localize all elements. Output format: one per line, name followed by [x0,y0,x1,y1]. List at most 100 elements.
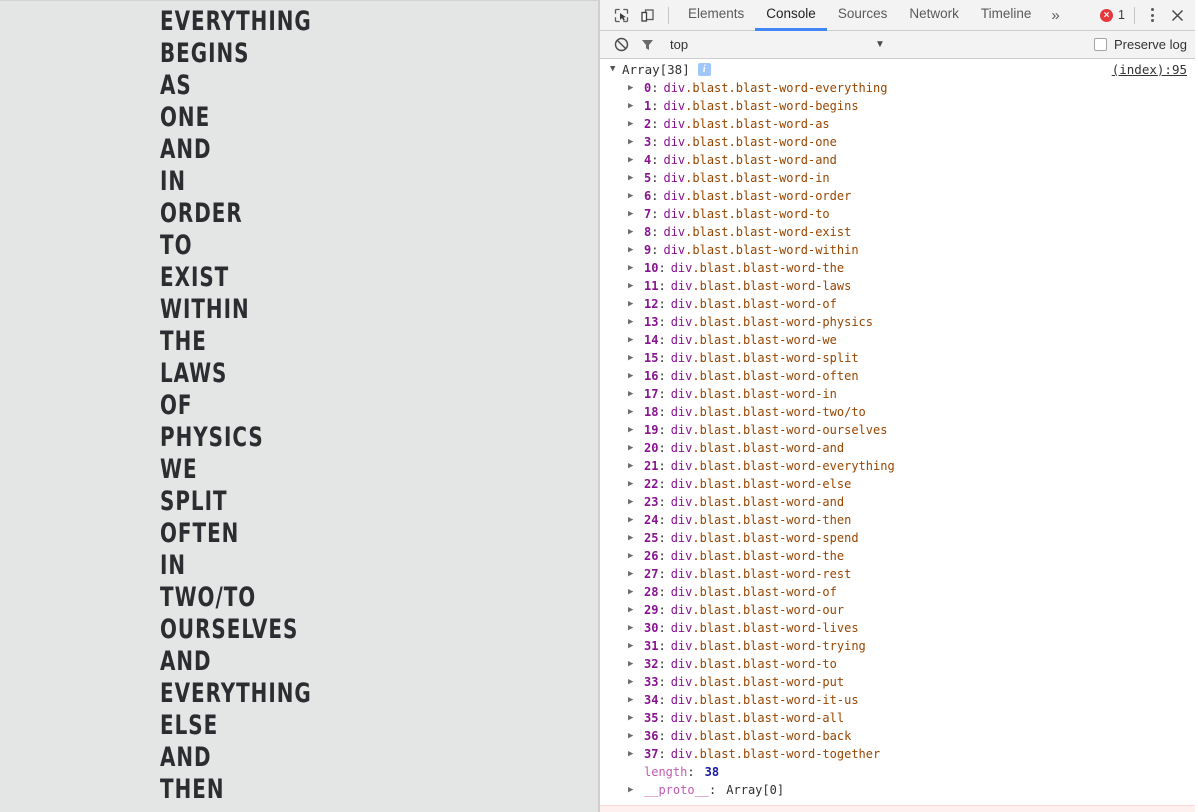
expand-entry-icon[interactable]: ▶ [628,569,640,579]
tab-console[interactable]: Console [755,0,827,31]
expand-entry-icon[interactable]: ▶ [628,227,640,237]
expand-entry-icon[interactable]: ▶ [628,497,640,507]
device-toolbar-icon[interactable] [634,2,660,28]
expand-entry-icon[interactable]: ▶ [628,389,640,399]
expand-entry-icon[interactable]: ▶ [628,479,640,489]
clear-console-icon[interactable] [608,32,634,58]
expand-entry-icon[interactable]: ▶ [628,353,640,363]
console-entry-row[interactable]: ▶ 12: div .blast.blast-word-of [600,295,1195,313]
console-context-selector[interactable]: top ▼ [670,37,1094,52]
more-tabs-button[interactable]: » [1042,0,1068,31]
expand-entry-icon[interactable]: ▶ [628,425,640,435]
console-entry-row[interactable]: ▶ 23: div .blast.blast-word-and [600,493,1195,511]
console-entry-row[interactable]: ▶ 14: div .blast.blast-word-we [600,331,1195,349]
console-entry-row[interactable]: ▶ 35: div .blast.blast-word-all [600,709,1195,727]
console-entry-row[interactable]: ▶ 36: div .blast.blast-word-back [600,727,1195,745]
expand-entry-icon[interactable]: ▶ [628,623,640,633]
expand-entry-icon[interactable]: ▶ [628,713,640,723]
console-entry-row[interactable]: ▶ 20: div .blast.blast-word-and [600,439,1195,457]
expand-entry-icon[interactable]: ▶ [628,605,640,615]
expand-proto-icon[interactable]: ▶ [628,785,640,795]
expand-entry-icon[interactable]: ▶ [628,731,640,741]
expand-entry-icon[interactable]: ▶ [628,137,640,147]
console-entry-row[interactable]: ▶ 18: div .blast.blast-word-two/to [600,403,1195,421]
filter-funnel-icon[interactable] [634,32,660,58]
tab-network[interactable]: Network [898,0,970,31]
expand-entry-icon[interactable]: ▶ [628,101,640,111]
expand-entry-icon[interactable]: ▶ [628,659,640,669]
expand-entry-icon[interactable]: ▶ [628,299,640,309]
expand-entry-icon[interactable]: ▶ [628,443,640,453]
console-entry-row[interactable]: ▶ 22: div .blast.blast-word-else [600,475,1195,493]
console-entry-row[interactable]: ▶ 16: div .blast.blast-word-often [600,367,1195,385]
console-entry-row[interactable]: ▶ 11: div .blast.blast-word-laws [600,277,1195,295]
console-entry-row[interactable]: ▶ 6: div .blast.blast-word-order [600,187,1195,205]
console-entry-row[interactable]: ▶ 7: div .blast.blast-word-to [600,205,1195,223]
console-entry-row[interactable]: ▶ 13: div .blast.blast-word-physics [600,313,1195,331]
console-entry-row[interactable]: ▶ 24: div .blast.blast-word-then [600,511,1195,529]
console-entry-row[interactable]: ▶ 25: div .blast.blast-word-spend [600,529,1195,547]
error-count-badge[interactable]: × 1 [1098,8,1132,22]
array-proto-row[interactable]: ▶ __proto__: Array[0] [600,781,1195,799]
expand-entry-icon[interactable]: ▶ [628,119,640,129]
expand-entry-icon[interactable]: ▶ [628,587,640,597]
expand-entry-icon[interactable]: ▶ [628,191,640,201]
expand-entry-icon[interactable]: ▶ [628,155,640,165]
expand-entry-icon[interactable]: ▶ [628,281,640,291]
expand-entry-icon[interactable]: ▶ [628,245,640,255]
console-entry-row[interactable]: ▶ 2: div .blast.blast-word-as [600,115,1195,133]
console-entry-row[interactable]: ▶ 28: div .blast.blast-word-of [600,583,1195,601]
console-entry-row[interactable]: ▶ 34: div .blast.blast-word-it-us [600,691,1195,709]
console-entry-row[interactable]: ▶ 17: div .blast.blast-word-in [600,385,1195,403]
preserve-log-toggle[interactable]: Preserve log [1094,37,1187,52]
expand-entry-icon[interactable]: ▶ [628,515,640,525]
console-entry-row[interactable]: ▶ 4: div .blast.blast-word-and [600,151,1195,169]
console-entry-row[interactable]: ▶ 9: div .blast.blast-word-within [600,241,1195,259]
console-entry-row[interactable]: ▶ 32: div .blast.blast-word-to [600,655,1195,673]
console-entry-row[interactable]: ▶ 15: div .blast.blast-word-split [600,349,1195,367]
expand-entry-icon[interactable]: ▶ [628,209,640,219]
close-icon[interactable] [1163,2,1191,28]
console-entry-row[interactable]: ▶ 21: div .blast.blast-word-everything [600,457,1195,475]
console-entry-row[interactable]: ▶ 8: div .blast.blast-word-exist [600,223,1195,241]
console-entry-row[interactable]: ▶ 37: div .blast.blast-word-together [600,745,1195,763]
expand-entry-icon[interactable]: ▶ [628,641,640,651]
expand-entry-icon[interactable]: ▶ [628,533,640,543]
console-entry-row[interactable]: ▶ 30: div .blast.blast-word-lives [600,619,1195,637]
console-entry-row[interactable]: ▶ 29: div .blast.blast-word-our [600,601,1195,619]
inspect-element-icon[interactable] [608,2,634,28]
console-entry-row[interactable]: ▶ 10: div .blast.blast-word-the [600,259,1195,277]
console-entry-row[interactable]: ▶ 31: div .blast.blast-word-trying [600,637,1195,655]
kebab-menu-icon[interactable] [1141,2,1163,28]
preserve-log-checkbox[interactable] [1094,38,1108,51]
entry-index: 21 [644,459,659,473]
console-entry-row[interactable]: ▶ 19: div .blast.blast-word-ourselves [600,421,1195,439]
expand-entry-icon[interactable]: ▶ [628,335,640,345]
console-entry-row[interactable]: ▶ 0: div .blast.blast-word-everything [600,79,1195,97]
expand-entry-icon[interactable]: ▶ [628,551,640,561]
expand-entry-icon[interactable]: ▶ [628,173,640,183]
console-entry-row[interactable]: ▶ 1: div .blast.blast-word-begins [600,97,1195,115]
expand-entry-icon[interactable]: ▶ [628,695,640,705]
page-word: BEGINS [160,38,250,69]
tab-sources[interactable]: Sources [827,0,899,31]
expand-entry-icon[interactable]: ▶ [628,407,640,417]
expand-entry-icon[interactable]: ▶ [628,677,640,687]
expand-entry-icon[interactable]: ▶ [628,371,640,381]
console-entry-row[interactable]: ▶ 27: div .blast.blast-word-rest [600,565,1195,583]
expand-entry-icon[interactable]: ▶ [628,461,640,471]
source-link[interactable]: (index):95 [1112,62,1187,77]
expand-collapse-icon[interactable]: ▼ [610,64,622,74]
expand-entry-icon[interactable]: ▶ [628,83,640,93]
expand-entry-icon[interactable]: ▶ [628,317,640,327]
console-entry-row[interactable]: ▶ 33: div .blast.blast-word-put [600,673,1195,691]
console-entry-row[interactable]: ▶ 26: div .blast.blast-word-the [600,547,1195,565]
tab-elements[interactable]: Elements [677,0,755,31]
expand-entry-icon[interactable]: ▶ [628,263,640,273]
console-entry-row[interactable]: ▶ 3: div .blast.blast-word-one [600,133,1195,151]
console-output[interactable]: ▼ Array[38] i (index):95 ▶ 0: div .blast.bl… [600,59,1195,812]
tab-timeline[interactable]: Timeline [970,0,1043,31]
console-array-group-header[interactable]: ▼ Array[38] i (index):95 [600,59,1195,79]
console-entry-row[interactable]: ▶ 5: div .blast.blast-word-in [600,169,1195,187]
expand-entry-icon[interactable]: ▶ [628,749,640,759]
